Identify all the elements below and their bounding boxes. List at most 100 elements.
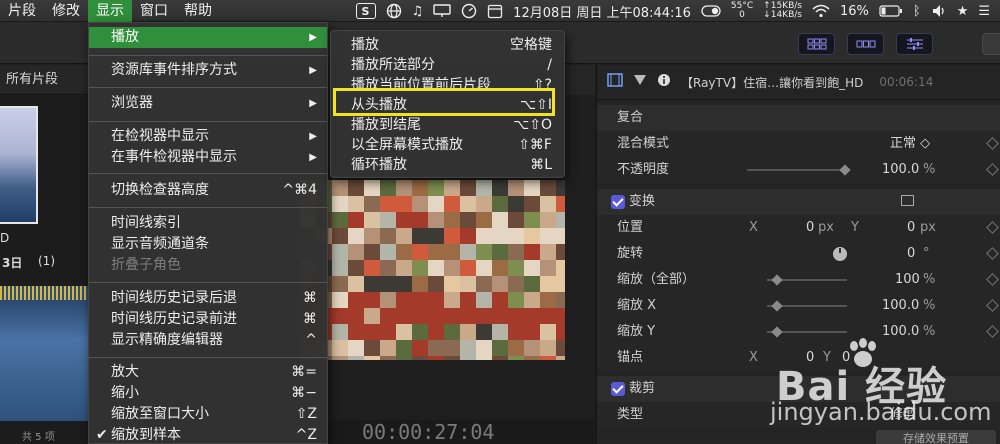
menu-item-label: 播放: [111, 29, 139, 45]
keyframe-diamond-icon[interactable]: [986, 163, 999, 176]
transform-label: 变换: [629, 194, 656, 209]
menu-item-timeline-history-back[interactable]: 时间线历史记录后退 ⌘: [89, 288, 327, 309]
menu-item-zoom-in[interactable]: 放大 ⌘=: [89, 362, 327, 383]
keyframe-diamond-icon[interactable]: [986, 247, 999, 260]
menu-item-audio-channel-strips[interactable]: 显示音频通道条: [89, 234, 327, 255]
opacity-slider-knob[interactable]: [839, 164, 851, 176]
submenu-arrow-icon: ▶: [309, 32, 317, 43]
inspector-toggle-button[interactable]: [896, 33, 933, 55]
browser-layout-button[interactable]: [798, 33, 835, 55]
wifi-icon[interactable]: [812, 4, 830, 18]
battery-icon[interactable]: [879, 5, 903, 17]
submenu-item-loop-playback[interactable]: 循环播放 ⌘L: [331, 155, 564, 175]
menu-item-show-in-viewer[interactable]: 在检视器中显示 ▶: [89, 126, 327, 147]
menu-view[interactable]: 显示: [88, 0, 132, 22]
scale-x-slider-knob[interactable]: [771, 300, 783, 312]
temperature-readout[interactable]: 55°C 0: [731, 2, 753, 20]
bluetooth-icon[interactable]: ᛒ: [913, 4, 921, 19]
s-app-icon[interactable]: S: [355, 3, 376, 19]
submenu-item-play-fullscreen[interactable]: 以全屏幕模式播放 ⇧⌘F: [331, 135, 564, 155]
menu-item-zoom-to-fit[interactable]: 缩放至窗口大小 ⇧Z: [89, 404, 327, 425]
display-icon[interactable]: [433, 4, 451, 18]
music-icon[interactable]: ♫: [412, 4, 424, 19]
menu-item-sort-events[interactable]: 资源库事件排序方式 ▶: [89, 60, 327, 81]
blend-mode-select[interactable]: 正常 ◇: [890, 131, 930, 157]
menu-window[interactable]: 窗口: [132, 0, 176, 22]
crop-checkbox[interactable]: [611, 382, 625, 396]
mosaic-block: [380, 308, 396, 324]
mosaic-block: [396, 244, 412, 260]
transform-checkbox[interactable]: [611, 195, 625, 209]
viewer-timecode[interactable]: 00:00:27:04: [300, 420, 595, 444]
mosaic-block: [476, 292, 492, 308]
baidu-watermark: Bai 经验 jingyan.baidu.com: [760, 338, 1000, 428]
submenu-item-play-selection[interactable]: 播放所选部分 /: [331, 55, 564, 75]
submenu-arrow-icon: ▶: [309, 98, 317, 109]
menu-item-zoom-out[interactable]: 缩小 ⌘−: [89, 383, 327, 404]
mosaic-block: [556, 308, 565, 324]
library-filter-header[interactable]: 所有片段: [0, 65, 95, 95]
position-x-value[interactable]: 0: [806, 215, 814, 241]
overflow-button[interactable]: [982, 33, 1000, 55]
menu-modify[interactable]: 修改: [44, 0, 88, 22]
network-down: 14KB/s: [770, 10, 802, 20]
video-viewer[interactable]: [300, 180, 565, 360]
mosaic-block: [460, 260, 476, 276]
scale-x-value[interactable]: 100.0: [882, 293, 919, 319]
rotation-dial-icon[interactable]: [833, 247, 847, 261]
clock-date[interactable]: 12月08日 周日 上午08:44:16: [513, 2, 691, 21]
menu-item-zoom-to-samples[interactable]: ✔ 缩放到样本 ^Z: [89, 425, 327, 444]
battery-percent[interactable]: 16%: [840, 4, 869, 19]
mosaic-block: [412, 276, 428, 292]
opacity-slider[interactable]: [747, 169, 847, 171]
triangle-filter-icon[interactable]: [633, 74, 647, 90]
keyframe-diamond-icon[interactable]: [986, 325, 999, 338]
opacity-value[interactable]: 100.0: [882, 157, 919, 183]
keyframe-diamond-icon[interactable]: [986, 299, 999, 312]
menu-item-playback[interactable]: 播放 ▶: [89, 27, 327, 48]
menu-item-toggle-inspector-height[interactable]: 切换检查器高度 ^⌘4: [89, 180, 327, 201]
transform-section: 变换: [597, 189, 1000, 215]
scale-y-slider-knob[interactable]: [771, 326, 783, 338]
scale-all-slider-knob[interactable]: [771, 274, 783, 286]
star-icon[interactable]: ★: [957, 4, 969, 19]
menu-item-browser[interactable]: 浏览器 ▶: [89, 93, 327, 114]
rotation-value[interactable]: 0: [907, 241, 915, 267]
menubar: 片段 修改 显示 窗口 帮助 S ♫ 12月08日 周日 上午08:44:16 …: [0, 0, 1000, 22]
transform-overlay-icon[interactable]: [901, 195, 914, 206]
mosaic-block: [444, 276, 460, 292]
volume-icon[interactable]: [931, 4, 947, 18]
list-menu-icon[interactable]: ☰: [978, 4, 990, 19]
scale-all-value[interactable]: 100: [895, 267, 920, 293]
audio-waveform-thumbnail[interactable]: [0, 286, 90, 421]
mosaic-block: [364, 244, 380, 260]
keyframe-diamond-icon[interactable]: [986, 137, 999, 150]
calendar-icon[interactable]: [487, 3, 503, 19]
submenu-item-play[interactable]: 播放 空格键: [331, 35, 564, 55]
submenu-item-play-to-end[interactable]: 播放到结尾 ⌥⇧O: [331, 115, 564, 135]
inspector-header: 【RayTV】住宿…讓你看到飽_HD 00:06:14: [597, 65, 1000, 100]
network-speed[interactable]: ↑15KB/s ↓14KB/s: [763, 2, 802, 20]
position-y-axis: Y: [851, 220, 859, 235]
keyframe-diamond-icon[interactable]: [986, 273, 999, 286]
menu-item-show-in-event-viewer[interactable]: 在事件检视器中显示 ▶: [89, 147, 327, 168]
globe-icon[interactable]: [386, 3, 402, 19]
info-icon[interactable]: [657, 73, 671, 91]
timeline-layout-button[interactable]: [847, 33, 884, 55]
menu-clip[interactable]: 片段: [0, 0, 44, 22]
menu-item-timeline-history-forward[interactable]: 时间线历史记录前进 ⌘: [89, 309, 327, 330]
keyframe-diamond-icon[interactable]: [986, 221, 999, 234]
clip-thumbnail[interactable]: [0, 106, 38, 224]
position-y-value[interactable]: 0: [907, 215, 915, 241]
menu-help[interactable]: 帮助: [176, 0, 220, 22]
library-filter-label[interactable]: 所有片段: [6, 72, 58, 87]
toggle-icon[interactable]: [701, 5, 721, 17]
save-effects-preset-button[interactable]: 存储效果预置: [876, 430, 996, 444]
menu-separator: [89, 357, 327, 358]
menu-item-timeline-index[interactable]: 时间线索引: [89, 213, 327, 234]
mosaic-block: [460, 276, 476, 292]
speedometer-icon[interactable]: [461, 3, 477, 19]
film-icon[interactable]: [607, 73, 623, 91]
position-y-unit: px: [920, 220, 936, 235]
menu-item-precision-editor[interactable]: 显示精确度编辑器 ^: [89, 330, 327, 351]
